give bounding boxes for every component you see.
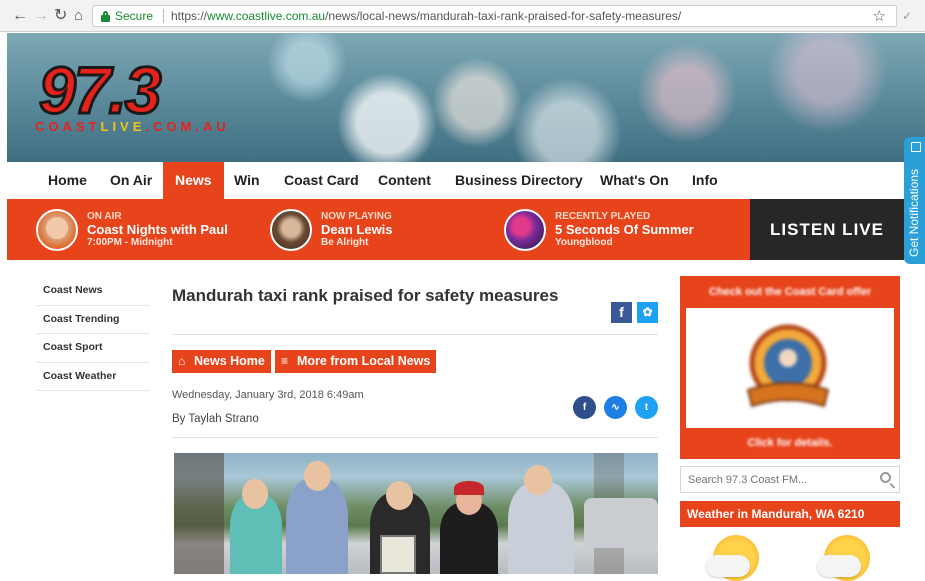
- url-scheme: https://: [171, 9, 208, 23]
- lock-icon: [101, 11, 110, 22]
- nav-item-coast-card[interactable]: Coast Card: [284, 162, 359, 199]
- more-local-news-button[interactable]: ≡ More from Local News: [275, 350, 437, 373]
- logo-text-domain: .COM.AU: [145, 119, 230, 134]
- main-navigation: Home On Air News Win Coast Card Content …: [7, 162, 904, 199]
- photo-parked-car: [584, 498, 658, 548]
- home-icon: ⌂: [178, 354, 186, 368]
- promo-bottom-text: Click for details.: [747, 437, 833, 449]
- nav-item-on-air[interactable]: On Air: [110, 162, 152, 199]
- news-sidebar: Coast News Coast Trending Coast Sport Co…: [36, 277, 150, 391]
- facebook-circle-icon[interactable]: f: [573, 396, 596, 419]
- nav-item-business-directory[interactable]: Business Directory: [455, 162, 583, 199]
- site-logo-number[interactable]: 97.3: [37, 56, 162, 125]
- twitter-share-icon[interactable]: ✿: [637, 302, 658, 323]
- now-playing-song: Be Alright: [321, 237, 369, 248]
- photo-person-head: [386, 481, 413, 510]
- news-home-label: News Home: [194, 354, 265, 368]
- nav-item-whats-on[interactable]: What's On: [600, 162, 669, 199]
- messenger-circle-icon[interactable]: ∿: [604, 396, 627, 419]
- promo-image: [686, 308, 894, 428]
- article-date: Wednesday, January 3rd, 2018 6:49am: [172, 389, 364, 401]
- photo-red-hair: [454, 481, 484, 495]
- on-air-show-time: 7:00PM - Midnight: [87, 237, 173, 248]
- search-icon[interactable]: [880, 472, 891, 483]
- promo-badge-logo: [746, 324, 830, 408]
- recently-played-song: Youngblood: [555, 237, 613, 248]
- listen-live-button[interactable]: LISTEN LIVE: [750, 199, 904, 260]
- photo-person: [286, 478, 348, 574]
- coast-card-promo[interactable]: Check out the Coast Card offer Click for…: [680, 276, 900, 459]
- forward-arrow-icon[interactable]: →: [33, 8, 49, 24]
- recently-played-artwork[interactable]: [504, 209, 546, 251]
- home-icon[interactable]: ⌂: [74, 8, 83, 24]
- title-divider: [172, 334, 658, 335]
- nav-item-content[interactable]: Content: [378, 162, 431, 199]
- recently-played-artist[interactable]: 5 Seconds Of Summer: [555, 222, 694, 237]
- nav-item-home[interactable]: Home: [48, 162, 87, 199]
- get-notifications-tab[interactable]: Get Notifications: [904, 137, 925, 264]
- site-search: [680, 466, 900, 493]
- search-input[interactable]: [681, 467, 871, 492]
- now-playing-label: NOW PLAYING: [321, 211, 392, 222]
- bookmark-star-icon[interactable]: ☆: [873, 7, 886, 25]
- address-bar[interactable]: Secure https://www.coastlive.com.au/news…: [92, 5, 897, 27]
- meta-divider: [172, 437, 658, 438]
- nav-item-info[interactable]: Info: [692, 162, 718, 199]
- photo-certificate: [380, 535, 416, 574]
- photo-tree-trunk: [174, 453, 224, 574]
- back-arrow-icon[interactable]: ←: [12, 8, 28, 24]
- logo-text-coast: COAST: [35, 119, 101, 134]
- on-air-label: ON AIR: [87, 211, 122, 222]
- now-playing-artwork[interactable]: [270, 209, 312, 251]
- photo-person-head: [524, 465, 552, 495]
- url-text[interactable]: https://www.coastlive.com.au/news/local-…: [171, 9, 681, 23]
- sidebar-item-coast-sport[interactable]: Coast Sport: [36, 334, 150, 363]
- reload-icon[interactable]: ↻: [54, 8, 67, 24]
- facebook-share-icon[interactable]: f: [611, 302, 632, 323]
- recently-played-label: RECENTLY PLAYED: [555, 211, 651, 222]
- more-local-news-label: More from Local News: [297, 354, 431, 368]
- nav-item-win[interactable]: Win: [234, 162, 260, 199]
- sidebar-item-coast-weather[interactable]: Coast Weather: [36, 363, 150, 391]
- article-title: Mandurah taxi rank praised for safety me…: [172, 286, 559, 305]
- site-logo-text[interactable]: COASTLIVE.COM.AU: [35, 119, 230, 134]
- extension-check-icon[interactable]: ✓: [902, 9, 912, 23]
- promo-top-text: Check out the Coast Card offer: [709, 286, 871, 298]
- radio-info-bar: ON AIR Coast Nights with Paul 7:00PM - M…: [7, 199, 904, 260]
- logo-text-live: LIVE: [100, 119, 146, 134]
- weather-widget-title: Weather in Mandurah, WA 6210: [680, 501, 900, 527]
- site-header-banner: 97.3 COASTLIVE.COM.AU: [7, 33, 925, 162]
- on-air-show-title[interactable]: Coast Nights with Paul: [87, 222, 228, 237]
- photo-person-head: [242, 479, 268, 509]
- nav-item-news[interactable]: News: [163, 162, 224, 199]
- photo-person-head: [304, 461, 331, 491]
- article-photo[interactable]: [174, 453, 658, 574]
- photo-person: [508, 482, 574, 574]
- browser-toolbar: ← → ↻ ⌂ Secure https://www.coastlive.com…: [0, 0, 925, 32]
- news-home-button[interactable]: ⌂ News Home: [172, 350, 271, 373]
- sidebar-item-coast-news[interactable]: Coast News: [36, 277, 150, 306]
- article-byline: By Taylah Strano: [172, 413, 259, 425]
- sidebar-item-coast-trending[interactable]: Coast Trending: [36, 306, 150, 334]
- url-path: /news/local-news/mandurah-taxi-rank-prai…: [325, 9, 682, 23]
- url-host: www.coastlive.com.au: [207, 9, 326, 23]
- get-notifications-label: Get Notifications: [907, 168, 921, 257]
- address-divider: [163, 9, 164, 23]
- twitter-circle-icon[interactable]: t: [635, 396, 658, 419]
- secure-label: Secure: [115, 9, 154, 23]
- host-avatar[interactable]: [36, 209, 78, 251]
- now-playing-artist[interactable]: Dean Lewis: [321, 222, 393, 237]
- menu-icon: ≡: [281, 354, 289, 368]
- notification-icon: [911, 142, 921, 152]
